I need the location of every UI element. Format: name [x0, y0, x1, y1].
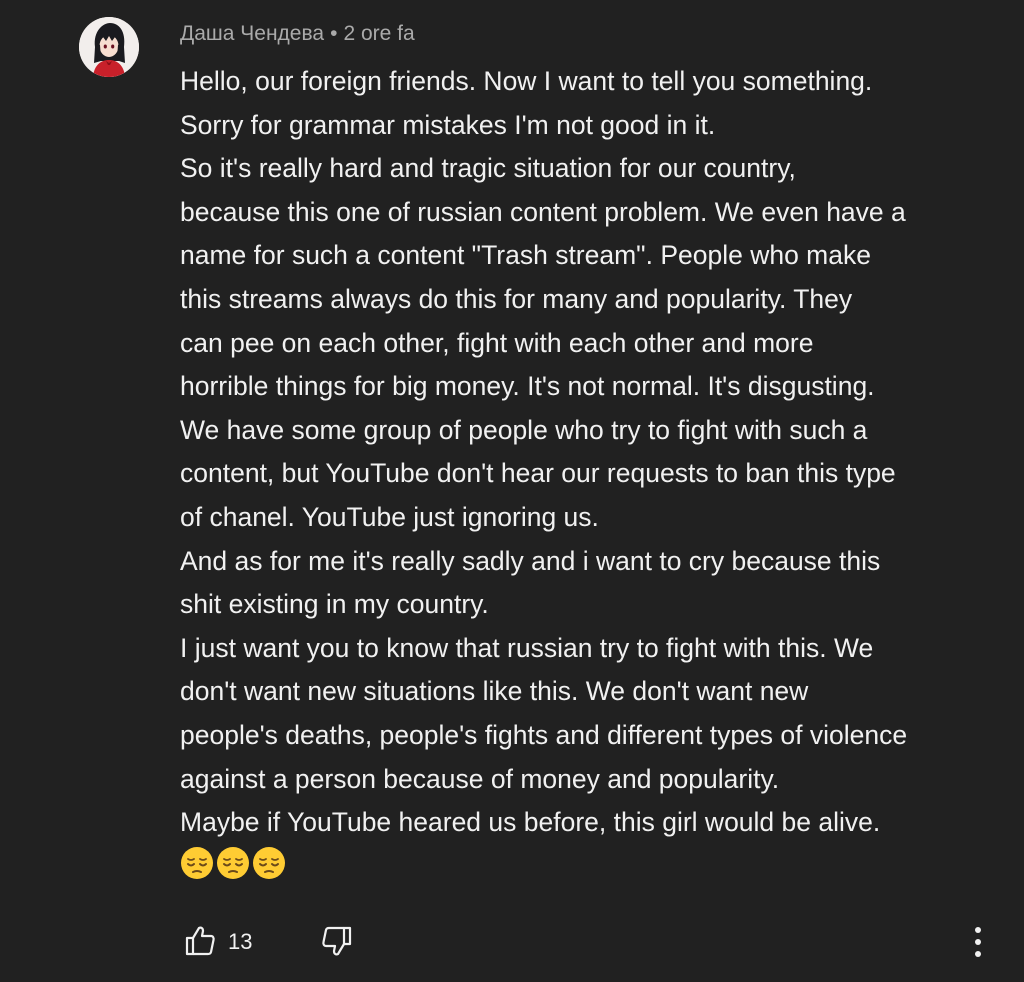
like-button[interactable] [183, 924, 217, 958]
comment-timestamp[interactable]: 2 ore fa [343, 22, 414, 45]
comment-line: Maybe if YouTube heared us before, this … [180, 807, 881, 838]
comment-header: Даша Чендева • 2 ore fa [180, 22, 415, 46]
comment-text: Hello, our foreign friends. Now I want t… [180, 60, 1010, 845]
emoji-row [180, 846, 286, 880]
comment-line: content, but YouTube don't hear our requ… [180, 458, 896, 489]
comment-line: don't want new situations like this. We … [180, 676, 809, 707]
comment-line: people's deaths, people's fights and dif… [180, 719, 908, 750]
comment-line: of chanel. YouTube just ignoring us. [180, 501, 599, 532]
author-name[interactable]: Даша Чендева [180, 22, 324, 45]
thumbs-up-icon [185, 926, 215, 956]
comment-line: because this one of russian content prob… [180, 196, 906, 227]
more-options-button[interactable] [966, 922, 990, 962]
comment-line: And as for me it's really sadly and i wa… [180, 545, 881, 576]
comment-line: horrible things for big money. It's not … [180, 371, 875, 402]
thumbs-down-icon [322, 926, 352, 956]
pensive-face-icon [253, 847, 285, 879]
anime-girl-avatar-icon [79, 17, 139, 77]
comment-actions: 13 [0, 920, 1024, 964]
more-vertical-icon [975, 927, 981, 957]
comment-line: So it's really hard and tragic situation… [180, 153, 796, 184]
comment-line: Hello, our foreign friends. Now I want t… [180, 66, 873, 96]
comment-line: this streams always do this for many and… [180, 283, 853, 314]
comment-line: I just want you to know that russian try… [180, 632, 874, 663]
comment-line: Sorry for grammar mistakes I'm not good … [180, 109, 716, 140]
author-avatar[interactable] [79, 17, 139, 77]
comment-card: Даша Чендева • 2 ore fa Hello, our foreign… [0, 0, 1024, 982]
pensive-face-icon [181, 847, 213, 879]
separator-dot: • [330, 22, 338, 45]
comment-line: name for such a content "Trash stream". … [180, 240, 871, 271]
comment-line: shit existing in my country. [180, 589, 489, 620]
comment-line: can pee on each other, fight with each o… [180, 327, 814, 358]
comment-line: We have some group of people who try to … [180, 414, 868, 445]
like-count: 13 [228, 929, 253, 954]
dislike-button[interactable] [320, 924, 354, 958]
pensive-face-icon [217, 847, 249, 879]
comment-line: against a person because of money and po… [180, 763, 780, 794]
